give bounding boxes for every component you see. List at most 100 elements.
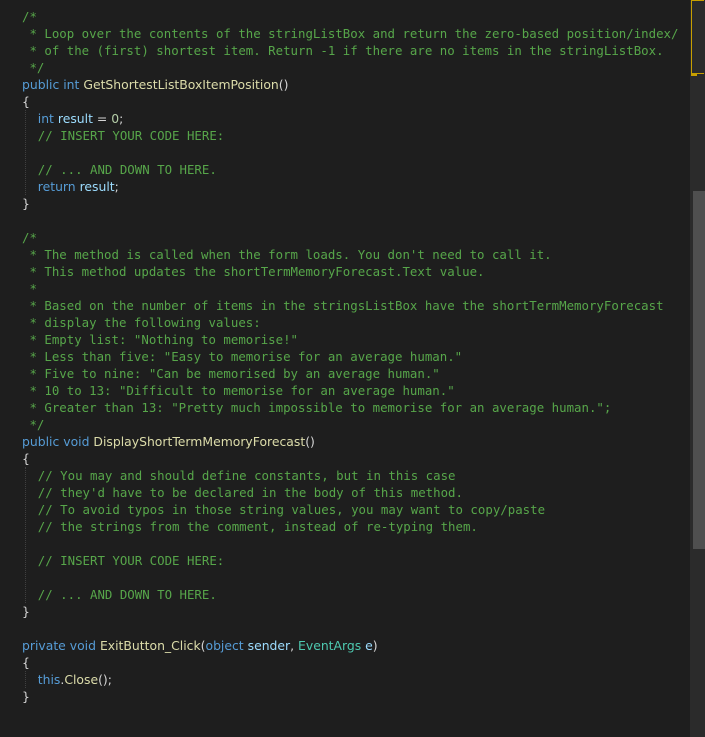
code-token: { [22, 655, 30, 670]
code-token: { [22, 94, 30, 109]
code-token: result [57, 111, 93, 126]
code-line[interactable] [22, 569, 690, 586]
code-line[interactable]: * 10 to 13: "Difficult to memorise for a… [22, 382, 690, 399]
code-line[interactable]: // To avoid typos in those string values… [22, 501, 690, 518]
code-line[interactable]: * of the (first) shortest item. Return -… [22, 42, 690, 59]
code-token: object [205, 638, 244, 653]
code-comment: * of the (first) shortest item. Return -… [22, 43, 664, 58]
code-line[interactable]: * Based on the number of items in the st… [22, 297, 690, 314]
code-token: public [22, 434, 60, 449]
code-token: Close [64, 672, 99, 687]
code-comment: * This method updates the shortTermMemor… [22, 264, 485, 279]
code-token: this [37, 672, 61, 687]
code-comment: * Five to nine: "Can be memorised by an … [22, 366, 440, 381]
code-line[interactable]: */ [22, 416, 690, 433]
code-line[interactable]: * This method updates the shortTermMemor… [22, 263, 690, 280]
code-comment: /* [22, 230, 37, 245]
code-token: } [22, 604, 30, 619]
code-line[interactable] [22, 620, 690, 637]
code-comment: // To avoid typos in those string values… [37, 502, 546, 517]
code-token: (); [98, 672, 112, 687]
code-line[interactable]: } [22, 603, 690, 620]
code-token: ; [114, 179, 119, 194]
code-line[interactable]: return result; [22, 178, 690, 195]
code-comment: // INSERT YOUR CODE HERE: [37, 128, 225, 143]
code-comment: // they'd have to be declared in the bod… [37, 485, 463, 500]
code-comment: */ [22, 417, 45, 432]
code-token: public [22, 77, 60, 92]
code-line[interactable]: * Greater than 13: "Pretty much impossib… [22, 399, 690, 416]
code-line[interactable]: // they'd have to be declared in the bod… [22, 484, 690, 501]
caret-position-tick [691, 74, 697, 76]
code-token: ExitButton_Click [99, 638, 201, 653]
code-comment: * [22, 281, 37, 296]
code-line[interactable]: * [22, 280, 690, 297]
code-comment: * Loop over the contents of the stringLi… [22, 26, 679, 41]
code-token: 0 [111, 111, 120, 126]
code-token: private [22, 638, 66, 653]
indent-guide [25, 110, 26, 195]
code-line[interactable]: * display the following values: [22, 314, 690, 331]
code-comment: /* [22, 9, 37, 24]
code-comment: // ... AND DOWN TO HERE. [37, 587, 217, 602]
code-line[interactable]: * Loop over the contents of the stringLi… [22, 25, 690, 42]
code-line[interactable]: /* [22, 229, 690, 246]
code-line[interactable]: { [22, 93, 690, 110]
code-comment: * Greater than 13: "Pretty much impossib… [22, 400, 612, 415]
vertical-scrollbar[interactable] [690, 0, 705, 737]
code-token: () [278, 77, 289, 92]
code-line[interactable] [22, 535, 690, 552]
code-line[interactable]: * Five to nine: "Can be memorised by an … [22, 365, 690, 382]
code-line[interactable]: // ... AND DOWN TO HERE. [22, 586, 690, 603]
code-line[interactable]: int result = 0; [22, 110, 690, 127]
code-comment: // the strings from the comment, instead… [37, 519, 478, 534]
caret-position-marker [691, 0, 704, 74]
code-token: GetShortestListBoxItemPosition [83, 77, 279, 92]
code-comment: */ [22, 60, 45, 75]
code-editor[interactable]: /* * Loop over the contents of the strin… [0, 0, 690, 737]
code-token: , [290, 638, 299, 653]
code-token: } [22, 689, 30, 704]
code-token: () [305, 434, 315, 449]
code-token: return [37, 179, 76, 194]
code-line[interactable]: // ... AND DOWN TO HERE. [22, 161, 690, 178]
code-token: void [69, 638, 96, 653]
code-token: } [22, 196, 30, 211]
code-line[interactable]: * Less than five: "Easy to memorise for … [22, 348, 690, 365]
code-token: sender [247, 638, 291, 653]
scrollbar-thumb[interactable] [693, 191, 705, 549]
code-line[interactable]: private void ExitButton_Click(object sen… [22, 637, 690, 654]
code-comment: * Less than five: "Easy to memorise for … [22, 349, 463, 364]
code-line[interactable]: // You may and should define constants, … [22, 467, 690, 484]
code-line[interactable]: public int GetShortestListBoxItemPositio… [22, 76, 690, 93]
indent-guide [25, 467, 26, 603]
code-comment: * The method is called when the form loa… [22, 247, 552, 262]
code-line[interactable]: * The method is called when the form loa… [22, 246, 690, 263]
code-comment: * display the following values: [22, 315, 261, 330]
code-line[interactable]: } [22, 195, 690, 212]
code-token: DisplayShortTermMemoryForecast [93, 434, 306, 449]
code-line[interactable] [22, 144, 690, 161]
code-token: = [92, 111, 112, 126]
code-token: ) [372, 638, 378, 653]
code-comment: * 10 to 13: "Difficult to memorise for a… [22, 383, 455, 398]
code-line[interactable]: */ [22, 59, 690, 76]
code-line[interactable]: // the strings from the comment, instead… [22, 518, 690, 535]
code-line[interactable]: * Empty list: "Nothing to memorise!" [22, 331, 690, 348]
code-line[interactable]: { [22, 450, 690, 467]
code-line[interactable] [22, 212, 690, 229]
code-token: result [79, 179, 115, 194]
code-comment: // You may and should define constants, … [37, 468, 456, 483]
code-comment: // INSERT YOUR CODE HERE: [37, 553, 225, 568]
code-line[interactable]: this.Close(); [22, 671, 690, 688]
code-comment: * Empty list: "Nothing to memorise!" [22, 332, 299, 347]
code-line[interactable]: { [22, 654, 690, 671]
code-line[interactable]: // INSERT YOUR CODE HERE: [22, 127, 690, 144]
code-token: { [22, 451, 30, 466]
code-line[interactable]: /* [22, 8, 690, 25]
code-line[interactable]: } [22, 688, 690, 705]
code-line[interactable]: public void DisplayShortTermMemoryForeca… [22, 433, 690, 450]
code-token: EventArgs [298, 638, 362, 653]
code-line[interactable]: // INSERT YOUR CODE HERE: [22, 552, 690, 569]
code-area[interactable]: /* * Loop over the contents of the strin… [22, 8, 690, 705]
